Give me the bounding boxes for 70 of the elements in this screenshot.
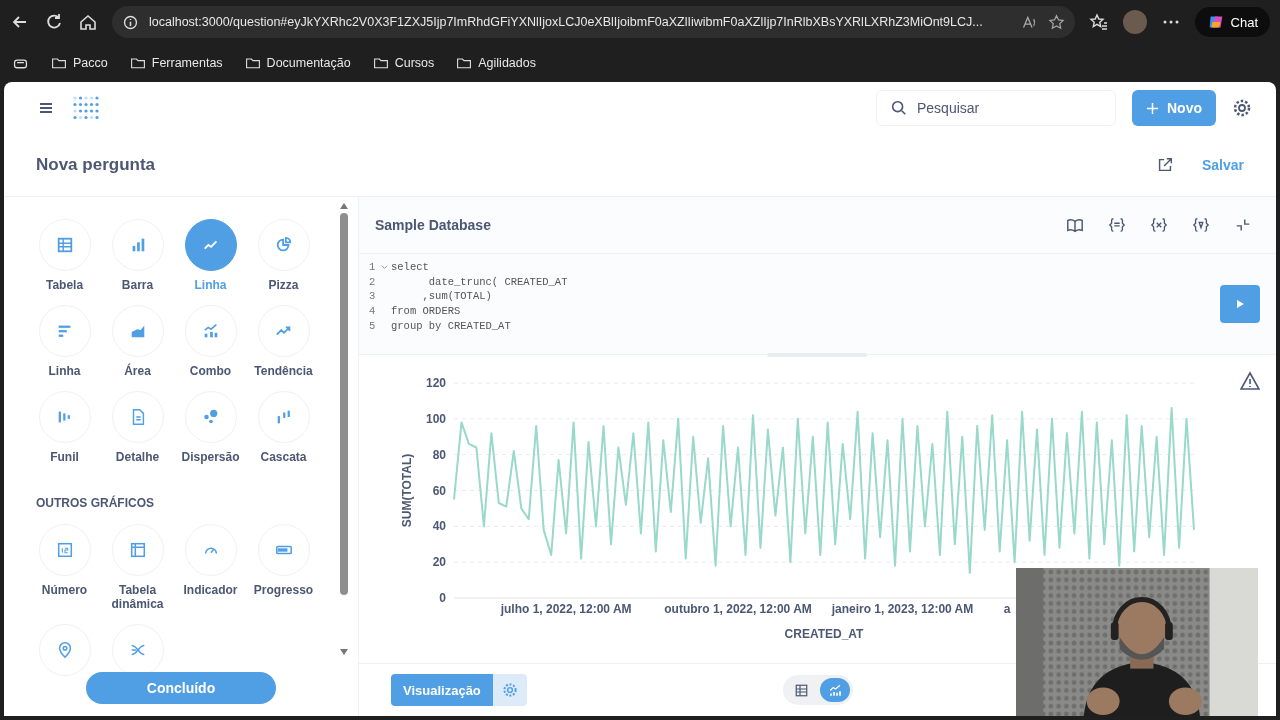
chart-type-option[interactable]: Progresso — [247, 524, 320, 611]
warning-icon[interactable] — [1240, 371, 1260, 391]
search-field[interactable]: Pesquisar — [876, 90, 1116, 126]
pie-chart-icon — [274, 236, 293, 254]
axis-label: SUM(TOTAL) — [400, 453, 414, 528]
chart-type-option[interactable]: Tabela dinâmica — [101, 524, 174, 611]
line-number: 3 — [369, 289, 377, 305]
axis-tick: 120 — [425, 376, 446, 390]
database-name[interactable]: Sample Database — [375, 217, 491, 233]
axis-tick: 40 — [432, 519, 446, 534]
axis-tick: janeiro 1, 2023, 12:00 AM — [831, 602, 974, 616]
code-brackets-icon[interactable] — [1192, 216, 1210, 234]
chart-type-option[interactable]: Indicador — [174, 524, 247, 611]
code-line: ,sum(TOTAL) — [421, 289, 492, 305]
axis-label: CREATED_AT — [784, 627, 864, 641]
pivot-chart-icon — [128, 541, 147, 559]
favorites-icon[interactable] — [1088, 12, 1109, 32]
line-number: 2 — [369, 274, 377, 290]
line-number: 4 — [369, 304, 377, 319]
bookmark[interactable]: Documentação — [244, 55, 351, 71]
folder-icon — [51, 55, 67, 71]
folder-icon — [372, 55, 389, 71]
chart-view-toggle[interactable] — [820, 678, 850, 702]
chat-button[interactable]: Chat — [1194, 7, 1270, 37]
snippet-icon[interactable] — [1108, 216, 1126, 234]
scatter-chart-icon — [201, 408, 220, 426]
code-line: date_trunc( CREATED_AT — [427, 274, 568, 290]
combo-chart-icon — [201, 322, 220, 340]
url-text: localhost:3000/question#eyJkYXRhc2V0X3F1ZXJ5Ijp7ImRhdGFiYXNlIjoxLCJ0eXBlIjoibmF0aXZlIiwibmF0aXZlIjp7InRlbXBsYXRlLXRhZ3MiOnt9LCJ... — [149, 15, 984, 29]
scrollbar[interactable] — [338, 203, 350, 655]
table-chart-icon — [55, 236, 74, 254]
logo-icon[interactable] — [72, 94, 100, 122]
section-heading: OUTROS GRÁFICOS — [36, 496, 155, 510]
code-line: select — [391, 260, 429, 275]
question-title: Nova pergunta — [36, 155, 156, 175]
folder-icon — [244, 55, 261, 71]
bookmark[interactable]: Agilidados — [456, 55, 536, 71]
code-line: from ORDERS — [391, 304, 461, 319]
variable-icon[interactable] — [1150, 216, 1168, 234]
chart-type-option[interactable]: Número — [28, 524, 101, 611]
bookmark[interactable]: Ferramentas — [129, 55, 223, 71]
chart-icon — [827, 682, 843, 698]
code-line: group by CREATED_AT — [391, 318, 511, 334]
folder-icon — [129, 55, 146, 71]
axis-tick: 20 — [432, 555, 446, 570]
axis-tick: julho 1, 2022, 12:00 AM — [500, 602, 632, 616]
line-number: 5 — [369, 318, 377, 334]
axis-tick: 80 — [432, 447, 446, 462]
axis-tick: 60 — [432, 483, 446, 498]
read-aloud-icon[interactable] — [1020, 13, 1038, 31]
settings-icon[interactable] — [1232, 98, 1252, 118]
gear-icon — [501, 682, 518, 698]
home-icon[interactable] — [78, 12, 98, 32]
book-icon[interactable] — [1066, 216, 1084, 234]
profile-avatar[interactable] — [1122, 10, 1147, 34]
play-icon — [1234, 298, 1246, 310]
address-bar[interactable]: localhost:3000/question#eyJkYXRhc2V0X3F1ZXJ5Ijp7ImRhdGFiYXNlIjoxLCJ0eXBlIjoibmF0aXZlIiwibmF0aXZlIjp7InRlbXBsYXRlLXRhZ3MiOnt9LCJ... — [112, 6, 1075, 38]
axis-tick: 0 — [439, 591, 446, 605]
plus-icon — [1146, 101, 1159, 115]
table-icon — [793, 682, 809, 698]
axis-tick: a — [1003, 602, 1011, 616]
axis-tick: 100 — [425, 411, 446, 426]
bookmark[interactable]: Pacco — [51, 55, 108, 71]
star-icon[interactable] — [1047, 13, 1065, 31]
bookmark[interactable]: Cursos — [372, 55, 435, 71]
axis-tick: outubro 1, 2022, 12:00 AM — [664, 602, 812, 616]
info-icon — [122, 13, 139, 31]
folder-icon — [456, 55, 473, 71]
number-chart-icon — [55, 541, 74, 559]
line-number: 1 — [369, 260, 377, 275]
